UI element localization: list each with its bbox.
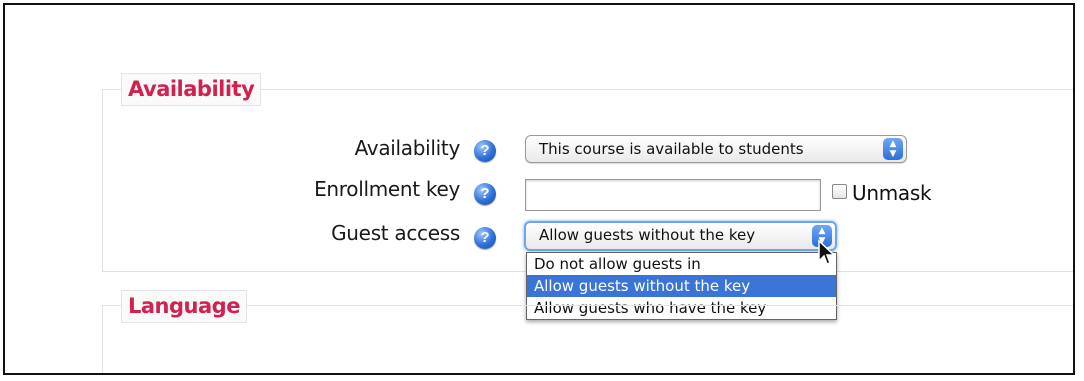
- unmask-checkbox[interactable]: [832, 184, 847, 199]
- guest-access-option-selected[interactable]: Allow guests without the key: [527, 275, 836, 297]
- guest-access-select[interactable]: Allow guests without the key ▲ ▼: [524, 221, 837, 251]
- select-stepper-icon: ▲ ▼: [883, 138, 903, 160]
- unmask-label[interactable]: Unmask: [852, 181, 932, 205]
- guest-access-option[interactable]: Do not allow guests in: [527, 253, 836, 275]
- language-fieldset: [102, 305, 1073, 373]
- guest-access-select-value: Allow guests without the key: [539, 226, 756, 244]
- language-legend: Language: [121, 290, 247, 323]
- guest-access-help-icon[interactable]: ?: [474, 227, 496, 249]
- enrollment-key-help-icon[interactable]: ?: [474, 183, 496, 205]
- availability-select[interactable]: This course is available to students ▲ ▼: [525, 135, 907, 163]
- screenshot-frame: Availability Availability ? This course …: [3, 3, 1075, 375]
- availability-select-value: This course is available to students: [539, 140, 804, 158]
- availability-help-icon[interactable]: ?: [474, 140, 496, 162]
- mouse-cursor-icon: [818, 239, 836, 265]
- availability-legend: Availability: [121, 73, 262, 106]
- enrollment-key-input[interactable]: [525, 179, 821, 211]
- enrollment-key-label: Enrollment key: [314, 177, 460, 201]
- availability-label: Availability: [354, 136, 461, 160]
- guest-access-label: Guest access: [331, 221, 460, 245]
